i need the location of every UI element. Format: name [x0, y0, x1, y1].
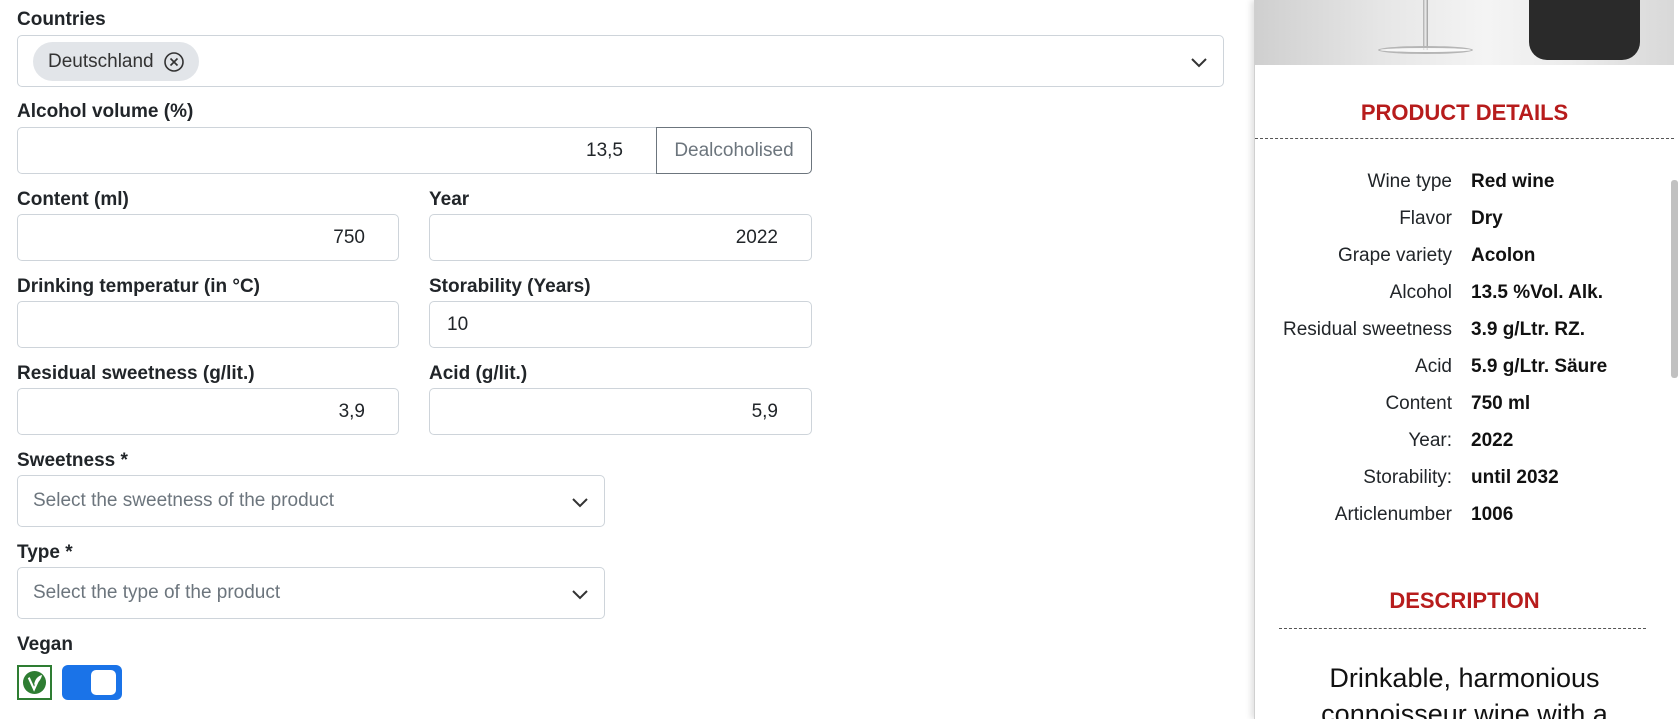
- alcohol-label: Alcohol volume (%): [17, 101, 194, 122]
- chevron-down-icon: [572, 590, 588, 600]
- detail-row: Residual sweetness 3.9 g/Ltr. RZ.: [1283, 319, 1586, 340]
- description-line: connoisseur wine with a: [1321, 699, 1608, 719]
- countries-select[interactable]: Deutschland: [17, 35, 1224, 87]
- country-chip-deutschland: Deutschland: [33, 42, 199, 81]
- year-label: Year: [429, 189, 470, 210]
- acid-input[interactable]: 5,9: [429, 388, 812, 435]
- content-label: Content (ml): [17, 189, 129, 210]
- drinking-temp-input[interactable]: [17, 301, 399, 348]
- storability-input[interactable]: 10: [429, 301, 812, 348]
- type-label: Type *: [17, 542, 73, 563]
- product-image: [1255, 0, 1674, 65]
- vegan-label: Vegan: [17, 634, 73, 655]
- detail-row: Storability: until 2032: [1363, 467, 1559, 488]
- product-details-title: PRODUCT DETAILS: [1360, 100, 1569, 125]
- remove-chip-icon[interactable]: [163, 51, 185, 73]
- description-divider: [1279, 628, 1646, 629]
- country-chip-label: Deutschland: [48, 50, 154, 72]
- sweetness-select[interactable]: Select the sweetness of the product: [17, 475, 605, 527]
- wine-glass-base: [1378, 46, 1473, 54]
- toggle-knob: [91, 670, 116, 695]
- acid-label: Acid (g/lit.): [429, 363, 528, 384]
- detail-row: Wine type Red wine: [1367, 171, 1555, 192]
- detail-row: Acid 5.9 g/Ltr. Säure: [1415, 356, 1608, 377]
- wine-bottle: [1529, 0, 1640, 60]
- storability-label: Storability (Years): [429, 276, 591, 297]
- detail-row: Alcohol 13.5 %Vol. Alk.: [1389, 282, 1603, 303]
- content-input[interactable]: 750: [17, 214, 399, 261]
- countries-label: Countries: [17, 9, 106, 30]
- detail-row: Grape variety Acolon: [1337, 245, 1536, 266]
- product-preview-panel: PRODUCT DETAILS Wine type Red wine Flavo…: [1254, 0, 1678, 719]
- residual-sweetness-input[interactable]: 3,9: [17, 388, 399, 435]
- dealcoholised-button[interactable]: Dealcoholised: [656, 127, 812, 174]
- chevron-down-icon[interactable]: [1187, 50, 1211, 74]
- detail-row: Articlenumber 1006: [1334, 504, 1514, 525]
- alcohol-input[interactable]: 13,5: [17, 127, 657, 174]
- vegan-icon: [17, 665, 52, 700]
- chevron-down-icon: [572, 498, 588, 508]
- description-title: DESCRIPTION: [1389, 588, 1540, 613]
- details-divider: [1255, 138, 1674, 139]
- year-input[interactable]: 2022: [429, 214, 812, 261]
- sweetness-label: Sweetness *: [17, 450, 128, 471]
- scrollbar-thumb[interactable]: [1671, 180, 1678, 378]
- type-select[interactable]: Select the type of the product: [17, 567, 605, 619]
- residual-sweetness-label: Residual sweetness (g/lit.): [17, 363, 255, 384]
- description-text: Drinkable, harmonious connoisseur wine w…: [1255, 660, 1674, 719]
- vegan-toggle[interactable]: [62, 665, 122, 700]
- wine-glass-stem: [1423, 0, 1428, 50]
- detail-row: Year: 2022: [1408, 430, 1514, 451]
- detail-row: Flavor Dry: [1399, 208, 1503, 229]
- detail-row: Content 750 ml: [1385, 393, 1531, 414]
- drinking-temp-label: Drinking temperatur (in °C): [17, 276, 261, 297]
- description-line: Drinkable, harmonious: [1329, 663, 1600, 693]
